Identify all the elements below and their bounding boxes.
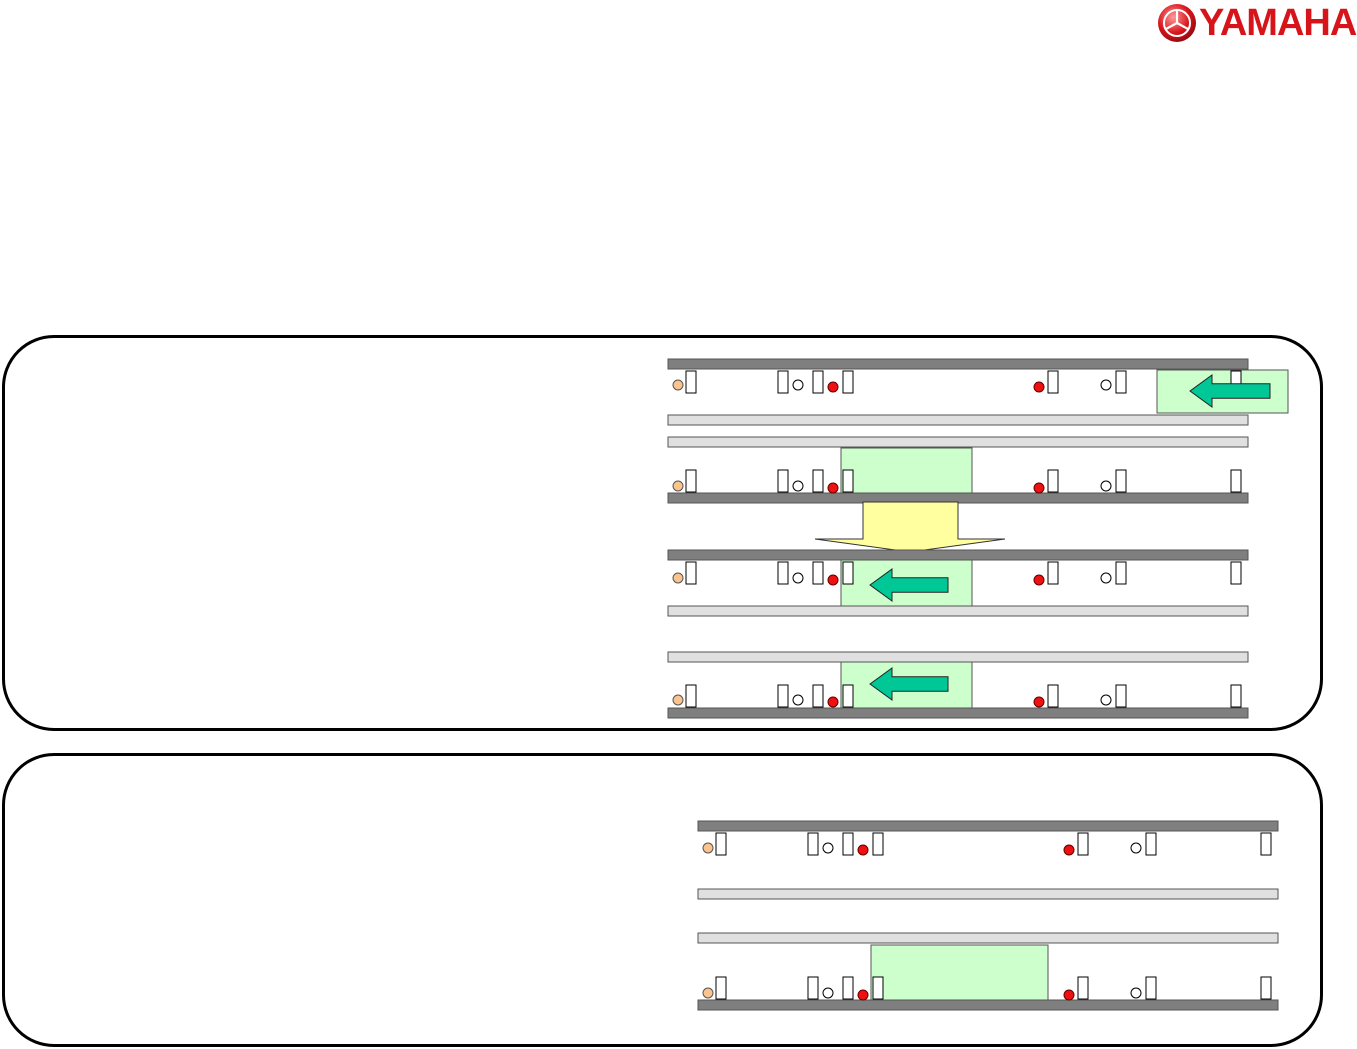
white-dot (1130, 842, 1142, 854)
red-dot (827, 381, 839, 393)
slot-marker (1047, 469, 1059, 493)
slot-marker (872, 832, 884, 856)
slot-marker (715, 976, 727, 1000)
slot-marker (1260, 976, 1272, 1000)
slot-marker (842, 469, 854, 493)
red-dot (1063, 844, 1075, 856)
slot-marker (1260, 832, 1272, 856)
red-dot (1033, 696, 1045, 708)
slot-marker (1077, 832, 1089, 856)
orange-dot (672, 694, 684, 706)
rail-light (667, 436, 1249, 448)
rail-light (667, 605, 1249, 617)
white-dot (792, 379, 804, 391)
slot-marker (1115, 469, 1127, 493)
slot-marker (1230, 469, 1242, 493)
slot-marker (1115, 561, 1127, 585)
slot-marker (1047, 370, 1059, 394)
slot-marker (1047, 561, 1059, 585)
slot-marker (1115, 684, 1127, 708)
white-dot (792, 480, 804, 492)
slot-marker (777, 370, 789, 394)
red-dot (857, 989, 869, 1001)
slot-marker (842, 370, 854, 394)
rail-dark (667, 707, 1249, 719)
orange-dot (702, 842, 714, 854)
slot-marker (812, 561, 824, 585)
rail-dark (697, 999, 1279, 1011)
white-dot (792, 572, 804, 584)
red-dot (1033, 482, 1045, 494)
red-dot (1033, 574, 1045, 586)
white-dot (822, 987, 834, 999)
rail-light (697, 888, 1279, 900)
slot-marker (842, 976, 854, 1000)
slot-marker (807, 832, 819, 856)
slot-marker (715, 832, 727, 856)
rail-light (667, 651, 1249, 663)
slot-marker (685, 469, 697, 493)
slot-marker (842, 832, 854, 856)
slot-marker (1230, 684, 1242, 708)
highlight-region (870, 944, 1049, 1001)
slot-marker (777, 684, 789, 708)
white-dot (1130, 987, 1142, 999)
slot-marker (1077, 976, 1089, 1000)
rail-dark (667, 358, 1249, 370)
slot-marker (685, 684, 697, 708)
orange-dot (672, 572, 684, 584)
slot-marker (1145, 976, 1157, 1000)
track-diagram (667, 358, 1289, 1011)
orange-dot (702, 987, 714, 999)
slot-marker (685, 561, 697, 585)
slot-marker (872, 976, 884, 1000)
rail-light (697, 932, 1279, 944)
white-dot (1100, 572, 1112, 584)
white-dot (792, 694, 804, 706)
slot-marker (1115, 370, 1127, 394)
rail-dark (697, 820, 1279, 832)
red-dot (1063, 989, 1075, 1001)
slot-marker (807, 976, 819, 1000)
highlight-region (840, 447, 973, 495)
red-dot (857, 844, 869, 856)
slot-marker (1230, 561, 1242, 585)
slot-marker (812, 370, 824, 394)
rail-light (667, 414, 1249, 426)
red-dot (1033, 381, 1045, 393)
slot-marker (812, 684, 824, 708)
slot-marker (842, 684, 854, 708)
slot-marker (1145, 832, 1157, 856)
slot-marker (777, 561, 789, 585)
down-arrow-icon (814, 501, 1006, 553)
orange-dot (672, 480, 684, 492)
red-dot (827, 696, 839, 708)
white-dot (1100, 480, 1112, 492)
red-dot (827, 574, 839, 586)
red-dot (827, 482, 839, 494)
slot-marker (812, 469, 824, 493)
rail-dark (667, 549, 1249, 561)
white-dot (822, 842, 834, 854)
slot-marker (685, 370, 697, 394)
slot-marker (777, 469, 789, 493)
orange-dot (672, 379, 684, 391)
white-dot (1100, 694, 1112, 706)
white-dot (1100, 379, 1112, 391)
slot-marker (842, 561, 854, 585)
slot-marker (1047, 684, 1059, 708)
